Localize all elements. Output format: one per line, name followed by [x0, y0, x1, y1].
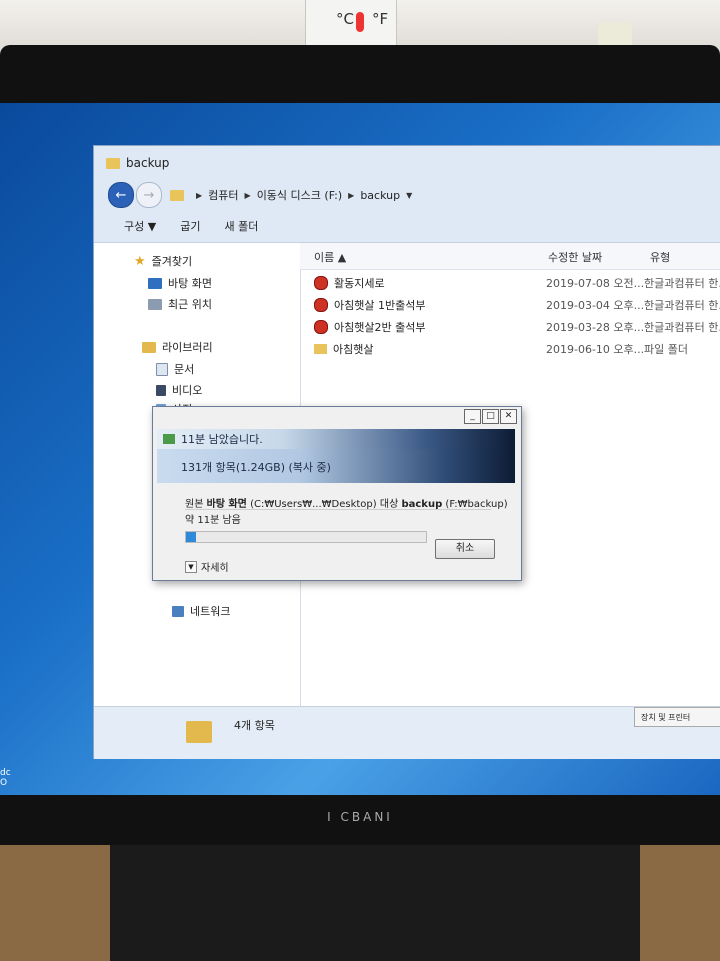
- desktop-label: dc O: [0, 768, 11, 788]
- minimize-button[interactable]: _: [464, 409, 481, 424]
- hwp-file-icon: [314, 320, 328, 334]
- forward-button[interactable]: →: [136, 182, 162, 208]
- desktop-screen: dc O backup ← → ▶ 컴퓨터 ▶ 이동식 디스크 (F:) ▶ ba…: [0, 103, 720, 795]
- thermometer: °C °F: [305, 0, 397, 47]
- copy-items: 131개 항목(1.24GB) (복사 중): [181, 461, 331, 474]
- back-button[interactable]: ←: [108, 182, 134, 208]
- nav-label: 문서: [174, 363, 195, 376]
- column-headers: 이름 ▲ 수정한 날짜 유형: [300, 243, 720, 270]
- breadcrumb-backup[interactable]: backup: [360, 189, 400, 202]
- chevron-right-icon[interactable]: ▶: [348, 191, 354, 200]
- network-icon: [172, 605, 184, 617]
- file-type: 한글과컴퓨터 한...: [644, 277, 720, 290]
- burn-button[interactable]: 굽기: [180, 218, 200, 234]
- devices-printers-button[interactable]: 장치 및 프린터: [634, 707, 720, 727]
- file-name: 아침햇살 1반출석부: [334, 299, 426, 312]
- hwp-file-icon: [314, 276, 328, 290]
- file-type: 파일 폴더: [644, 343, 688, 356]
- document-icon: [156, 362, 168, 376]
- more-details-toggle[interactable]: ▼ 자세히: [185, 559, 229, 574]
- file-date: 2019-03-04 오후...: [546, 299, 645, 312]
- window-title: backup: [126, 156, 170, 170]
- copy-icon: [163, 434, 175, 444]
- nav-recent[interactable]: 최근 위치: [148, 296, 212, 312]
- file-type: 한글과컴퓨터 한...: [644, 299, 720, 312]
- copy-progress-dialog: _ □ ✕ 11분 남았습니다. 131개 항목(1.24GB) (복사 중) …: [152, 406, 522, 581]
- nav-videos[interactable]: 비디오: [156, 382, 202, 398]
- monitor-stand: [110, 845, 640, 961]
- folder-icon: [106, 157, 120, 169]
- fahrenheit-label: °F: [372, 10, 389, 28]
- item-count: 4개 항목: [234, 719, 275, 732]
- column-name[interactable]: 이름 ▲: [314, 249, 346, 265]
- nav-label: 바탕 화면: [168, 277, 212, 290]
- new-folder-button[interactable]: 새 폴더: [224, 218, 258, 234]
- copy-source-dest: 원본 바탕 화면 (C:₩Users₩...₩Desktop) 대상 backu…: [185, 495, 508, 510]
- more-details-label: 자세히: [201, 563, 229, 574]
- dialog-title: 11분 남았습니다.: [181, 433, 263, 446]
- organize-button[interactable]: 구성 ▼: [124, 218, 156, 234]
- column-date[interactable]: 수정한 날짜: [548, 249, 602, 265]
- file-name: 아침햇살: [333, 343, 374, 356]
- dialog-title-bar: 11분 남았습니다.: [157, 429, 515, 449]
- celsius-label: °C: [336, 10, 354, 28]
- chevron-down-icon[interactable]: ▼: [406, 191, 412, 200]
- file-date: 2019-07-08 오전...: [546, 277, 645, 290]
- chevron-right-icon[interactable]: ▶: [196, 191, 202, 200]
- file-name: 아침햇살2반 출석부: [334, 321, 426, 334]
- file-row[interactable]: 아침햇살 2019-06-10 오후... 파일 폴더: [300, 337, 720, 359]
- library-icon: [142, 341, 156, 353]
- devices-printers-label: 장치 및 프린터: [641, 712, 691, 722]
- maximize-button[interactable]: □: [482, 409, 499, 424]
- copy-status-band: 131개 항목(1.24GB) (복사 중): [157, 449, 515, 483]
- time-remaining: 약 11분 남음: [185, 515, 241, 526]
- file-row[interactable]: 아침햇살2반 출석부 2019-03-28 오후... 한글과컴퓨터 한...: [300, 315, 720, 337]
- cancel-button[interactable]: 취소: [435, 539, 495, 559]
- folder-icon: [314, 344, 327, 354]
- progress-fill: [186, 532, 196, 542]
- file-date: 2019-06-10 오후...: [546, 343, 645, 356]
- breadcrumb: ▶ 컴퓨터 ▶ 이동식 디스크 (F:) ▶ backup ▼: [170, 187, 412, 203]
- close-button[interactable]: ✕: [500, 409, 517, 424]
- nav-desktop[interactable]: 바탕 화면: [148, 275, 212, 291]
- desktop-icon: [148, 277, 162, 289]
- nav-label: 라이브러리: [162, 341, 213, 354]
- nav-libraries[interactable]: 라이브러리: [142, 339, 213, 355]
- chevron-down-icon: ▼: [185, 560, 197, 573]
- monitor-brand: I CBANI: [327, 810, 393, 824]
- nav-label: 네트워크: [190, 605, 231, 618]
- sort-up-icon: ▲: [337, 251, 347, 264]
- details-pane: 4개 항목 장치 및 프린터: [94, 706, 720, 759]
- chevron-right-icon[interactable]: ▶: [245, 191, 251, 200]
- folder-icon: [186, 721, 212, 743]
- column-name-label: 이름: [314, 251, 335, 264]
- nav-label: 즐겨찾기: [151, 255, 193, 268]
- file-type: 한글과컴퓨터 한...: [644, 321, 720, 334]
- file-date: 2019-03-28 오후...: [546, 321, 645, 334]
- column-type[interactable]: 유형: [650, 249, 670, 265]
- folder-icon: [170, 189, 184, 201]
- file-name: 활동지세로: [334, 277, 385, 290]
- command-bar: 구성 ▼ 굽기 새 폴더: [94, 210, 720, 242]
- star-icon: ★: [134, 253, 146, 269]
- video-icon: [156, 384, 166, 396]
- nav-documents[interactable]: 문서: [156, 361, 194, 377]
- hwp-file-icon: [314, 298, 328, 312]
- nav-label: 비디오: [172, 384, 203, 397]
- divider: [185, 509, 491, 510]
- nav-favorites[interactable]: ★ 즐겨찾기: [134, 253, 192, 269]
- window-controls: _ □ ✕: [464, 409, 517, 424]
- file-row[interactable]: 아침햇살 1반출석부 2019-03-04 오후... 한글과컴퓨터 한...: [300, 293, 720, 315]
- breadcrumb-drive[interactable]: 이동식 디스크 (F:): [257, 187, 342, 203]
- recent-places-icon: [148, 298, 162, 310]
- thermometer-bulb-icon: [356, 12, 364, 32]
- address-bar: ← → ▶ 컴퓨터 ▶ 이동식 디스크 (F:) ▶ backup ▼: [94, 180, 720, 210]
- window-titlebar: backup: [94, 146, 720, 180]
- file-row[interactable]: 활동지세로 2019-07-08 오전... 한글과컴퓨터 한...: [300, 271, 720, 293]
- breadcrumb-computer[interactable]: 컴퓨터: [208, 187, 238, 203]
- nav-label: 최근 위치: [168, 298, 212, 311]
- nav-network[interactable]: 네트워크: [172, 603, 230, 619]
- copy-progress-bar: [185, 531, 427, 543]
